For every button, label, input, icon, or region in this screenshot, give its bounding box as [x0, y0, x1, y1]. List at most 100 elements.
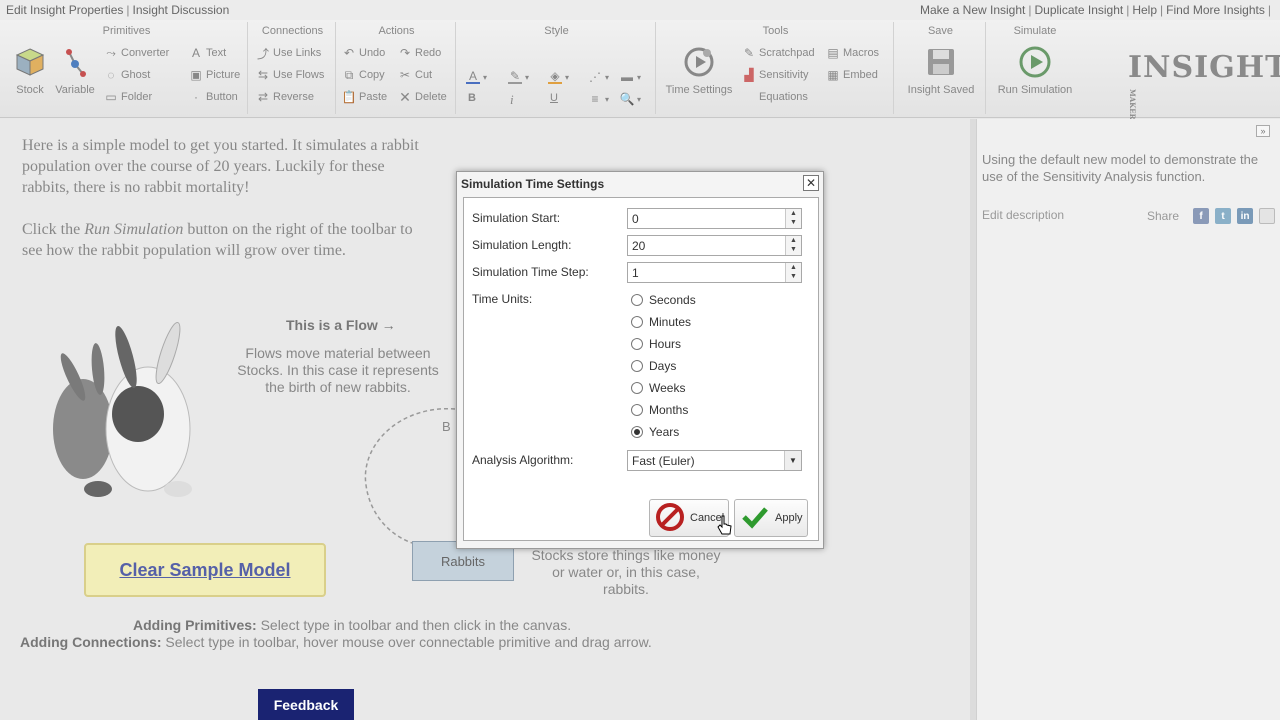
line-color-button[interactable]: ✎ ▾: [508, 69, 529, 84]
line-style-button[interactable]: ⋰ ▾: [588, 70, 609, 84]
cut-label: Cut: [415, 69, 433, 81]
dialog-title: Simulation Time Settings: [461, 177, 605, 191]
folder-button[interactable]: ▭ Folder: [104, 90, 152, 104]
style-group: Style A ▾ ✎ ▾ ◈ ▾ ⋰ ▾ ▬ ▾ B i U ≡ ▾ 🔍 ▾: [458, 22, 656, 114]
insight-saved-button[interactable]: Insight Saved: [900, 44, 982, 96]
radio-hours[interactable]: [631, 338, 643, 350]
picture-button[interactable]: ▣ Picture: [189, 68, 240, 82]
radio-minutes[interactable]: [631, 316, 643, 328]
radio-months[interactable]: [631, 404, 643, 416]
simulation-time-step-field[interactable]: 1 ▲ ▼: [627, 262, 802, 283]
reverse-button[interactable]: ⇄ Reverse: [256, 90, 314, 104]
simulation-length-field[interactable]: 20 ▲ ▼: [627, 235, 802, 256]
paste-button[interactable]: 📋 Paste: [342, 90, 388, 104]
time-unit-hours[interactable]: Hours: [631, 337, 681, 351]
feedback-button[interactable]: Feedback: [258, 689, 354, 720]
run-simulation-button[interactable]: Run Simulation: [990, 44, 1080, 96]
underline-button[interactable]: U: [550, 92, 558, 104]
stock-icon: [12, 44, 48, 80]
folder-icon: ▭: [105, 90, 117, 104]
italic-button[interactable]: i: [510, 92, 514, 108]
apply-button[interactable]: Apply: [734, 499, 808, 537]
intro-paragraph-2: Click the Run Simulation button on the r…: [22, 219, 432, 261]
variable-button[interactable]: Variable: [54, 44, 96, 96]
zoom-button[interactable]: 🔍 ▾: [620, 92, 641, 106]
delete-button[interactable]: ✕ Delete: [398, 89, 447, 105]
stock-description: Stocks store things like money or water …: [531, 547, 721, 597]
scratchpad-button[interactable]: ✎ Scratchpad: [742, 46, 815, 60]
primitives-title: Primitives: [102, 25, 151, 37]
time-unit-days[interactable]: Days: [631, 359, 676, 373]
time-settings-label: Time Settings: [665, 84, 733, 96]
sensitivity-button[interactable]: ▟ Sensitivity: [742, 68, 808, 82]
top-links-right: Make a New Insight | Duplicate Insight | Hel…: [919, 3, 1271, 17]
copy-button[interactable]: ⧉ Copy: [342, 68, 385, 82]
collapse-panel-icon[interactable]: »: [1256, 125, 1270, 137]
simulation-start-value: 0: [632, 212, 639, 226]
bold-button[interactable]: B: [468, 92, 476, 104]
edit-description-link[interactable]: Edit description: [982, 208, 1064, 222]
undo-button[interactable]: ↶ Undo: [342, 46, 385, 60]
help-link[interactable]: Help: [1132, 3, 1157, 17]
find-more-insights-link[interactable]: Find More Insights: [1166, 3, 1265, 17]
radio-weeks[interactable]: [631, 382, 643, 394]
dialog-close-icon[interactable]: ✕: [803, 175, 819, 191]
radio-seconds[interactable]: [631, 294, 643, 306]
chevron-down-icon[interactable]: ▼: [784, 451, 801, 470]
time-unit-years-label: Years: [649, 425, 680, 439]
simulation-time-step-value: 1: [632, 266, 639, 280]
button-button[interactable]: · Button: [189, 90, 238, 104]
analysis-algorithm-select[interactable]: Fast (Euler) ▼: [627, 450, 802, 471]
simulation-start-field[interactable]: 0 ▲ ▼: [627, 208, 802, 229]
duplicate-insight-link[interactable]: Duplicate Insight: [1035, 3, 1124, 17]
time-settings-button[interactable]: Time Settings: [664, 44, 734, 96]
variable-label: Variable: [55, 84, 95, 96]
time-unit-months[interactable]: Months: [631, 403, 688, 417]
embed-label: Embed: [843, 69, 878, 81]
facebook-icon[interactable]: f: [1193, 208, 1210, 224]
simulate-group: Simulate Run Simulation: [988, 22, 1082, 114]
simulation-length-spinner[interactable]: ▲ ▼: [785, 236, 801, 255]
simulation-time-step-spinner[interactable]: ▲ ▼: [785, 263, 801, 282]
fill-color-button[interactable]: ◈ ▾: [548, 69, 569, 84]
style-title: Style: [544, 25, 569, 37]
share-more-icon[interactable]: [1259, 208, 1276, 224]
time-unit-years[interactable]: Years: [631, 425, 679, 439]
align-button[interactable]: ≡ ▾: [588, 92, 609, 106]
equations-button[interactable]: Equations: [742, 90, 808, 104]
time-unit-minutes[interactable]: Minutes: [631, 315, 691, 329]
macros-button[interactable]: ▤ Macros: [826, 46, 879, 60]
font-color-button[interactable]: A ▾: [466, 69, 487, 84]
stock-button[interactable]: Stock: [10, 44, 50, 96]
tools-group: Tools Time Settings ✎ Scratchpad ▟ Sensiti…: [658, 22, 894, 114]
ghost-button[interactable]: ◌ Ghost: [104, 68, 150, 82]
radio-years-selected[interactable]: [631, 426, 643, 438]
edit-insight-properties-link[interactable]: Edit Insight Properties: [6, 3, 123, 17]
make-new-insight-link[interactable]: Make a New Insight: [920, 3, 1025, 17]
clear-sample-model-button[interactable]: Clear Sample Model: [84, 543, 326, 597]
intro-text: Here is a simple model to get you starte…: [22, 135, 432, 282]
time-unit-seconds[interactable]: Seconds: [631, 293, 696, 307]
text-button[interactable]: A Text: [189, 46, 226, 60]
redo-button[interactable]: ↷ Redo: [398, 46, 441, 60]
simulation-start-spinner[interactable]: ▲ ▼: [785, 209, 801, 228]
time-unit-weeks[interactable]: Weeks: [631, 381, 685, 395]
rabbits-picture[interactable]: [28, 319, 198, 519]
simulation-start-label: Simulation Start:: [472, 211, 561, 225]
tools-title: Tools: [762, 25, 789, 37]
converter-button[interactable]: ⤳ Converter: [104, 46, 169, 60]
insight-discussion-link[interactable]: Insight Discussion: [133, 3, 230, 17]
use-links-button[interactable]: ⤴ Use Links: [256, 46, 321, 61]
connections-title: Connections: [261, 25, 324, 37]
scratchpad-icon: ✎: [743, 46, 755, 60]
time-settings-icon: [681, 44, 717, 80]
embed-button[interactable]: ▦ Embed: [826, 68, 878, 82]
radio-days[interactable]: [631, 360, 643, 372]
shape-button[interactable]: ▬ ▾: [620, 70, 641, 84]
twitter-icon[interactable]: t: [1215, 208, 1232, 224]
cut-button[interactable]: ✂ Cut: [398, 68, 432, 82]
use-flows-button[interactable]: ⇆ Use Flows: [256, 68, 324, 82]
linkedin-icon[interactable]: in: [1237, 208, 1254, 224]
picture-label: Picture: [206, 69, 241, 81]
equations-label: Equations: [759, 91, 808, 103]
